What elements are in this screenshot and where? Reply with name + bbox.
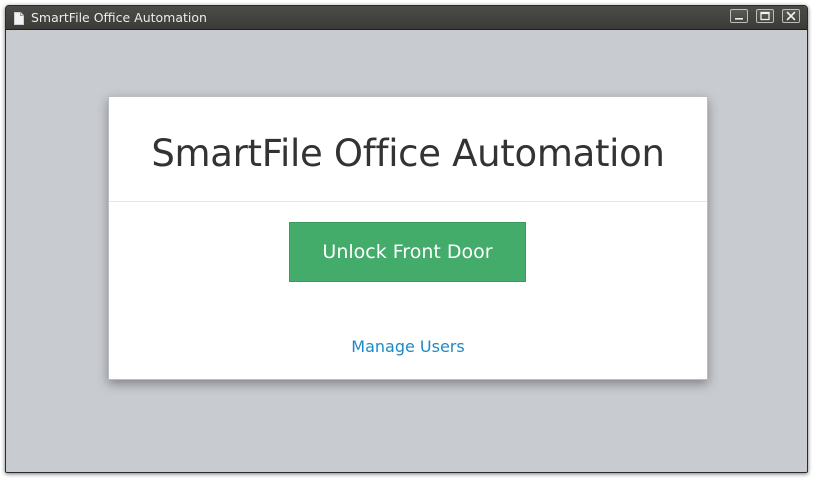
- minimize-button[interactable]: [730, 9, 748, 23]
- maximize-icon: [760, 11, 770, 21]
- document-icon: [14, 10, 24, 25]
- unlock-front-door-button[interactable]: Unlock Front Door: [289, 222, 526, 282]
- window-titlebar[interactable]: SmartFile Office Automation: [6, 6, 807, 30]
- main-card: SmartFile Office Automation Unlock Front…: [108, 96, 708, 380]
- page-title: SmartFile Office Automation: [151, 132, 665, 175]
- minimize-icon: [735, 18, 743, 20]
- close-button[interactable]: [782, 9, 800, 23]
- manage-users-link[interactable]: Manage Users: [109, 337, 707, 357]
- app-window: SmartFile Office Automation SmartFile Of…: [5, 5, 808, 473]
- window-title: SmartFile Office Automation: [31, 10, 207, 25]
- divider: [109, 201, 707, 202]
- maximize-button[interactable]: [756, 9, 774, 23]
- close-icon: [786, 11, 796, 21]
